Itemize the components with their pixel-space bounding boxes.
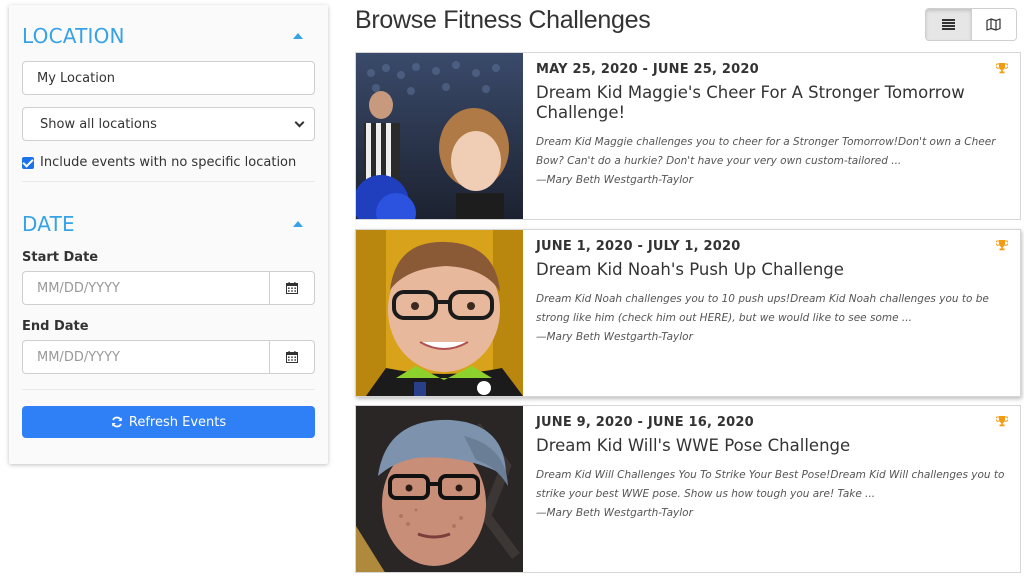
start-date-field: MM/DD/YYYY [22, 271, 315, 305]
location-section-header[interactable]: LOCATION [22, 24, 315, 48]
filter-sidebar: LOCATION Show all locations Include even… [9, 5, 328, 464]
challenge-description: Dream Kid Noah challenges you to 10 push… [536, 293, 989, 324]
location-select-value: Show all locations [40, 116, 157, 132]
location-input[interactable] [22, 61, 315, 95]
list-view-button[interactable] [926, 9, 972, 40]
challenge-card[interactable]: JUNE 9, 2020 - JUNE 16, 2020 Dream Kid W… [355, 405, 1021, 573]
challenge-title[interactable]: Dream Kid Noah's Push Up Challenge [536, 260, 1006, 280]
section-divider [22, 389, 315, 390]
end-date-label: End Date [22, 319, 89, 334]
map-icon [986, 18, 1001, 31]
end-date-input[interactable]: MM/DD/YYYY [22, 340, 269, 374]
end-date-field: MM/DD/YYYY [22, 340, 315, 374]
start-date-input[interactable]: MM/DD/YYYY [22, 271, 269, 305]
location-select[interactable]: Show all locations [22, 107, 315, 141]
refresh-icon [112, 416, 122, 428]
challenge-date: MAY 25, 2020 - JUNE 25, 2020 [536, 62, 759, 77]
challenge-photo[interactable] [356, 230, 523, 396]
caret-up-icon[interactable] [293, 33, 303, 39]
challenge-title[interactable]: Dream Kid Will's WWE Pose Challenge [536, 436, 1006, 456]
challenge-author: —Mary Beth Westgarth-Taylor [536, 507, 693, 519]
trophy-icon [996, 240, 1008, 251]
date-section-title: DATE [22, 212, 75, 236]
include-no-location-checkbox[interactable] [22, 156, 34, 169]
map-view-button[interactable] [971, 9, 1016, 40]
calendar-icon [286, 351, 298, 363]
start-date-calendar-button[interactable] [269, 271, 315, 305]
refresh-events-label: Refresh Events [128, 414, 227, 430]
page-title: Browse Fitness Challenges [355, 6, 651, 34]
include-no-location-option[interactable]: Include events with no specific location [22, 155, 296, 170]
date-section-header[interactable]: DATE [22, 212, 315, 236]
challenge-card[interactable]: JUNE 1, 2020 - JULY 1, 2020 Dream Kid No… [355, 229, 1021, 397]
challenge-photo[interactable] [356, 406, 523, 572]
challenge-title[interactable]: Dream Kid Maggie's Cheer For A Stronger … [536, 83, 1006, 123]
list-icon [941, 19, 955, 30]
challenge-author: —Mary Beth Westgarth-Taylor [536, 331, 693, 343]
challenge-card[interactable]: MAY 25, 2020 - JUNE 25, 2020 Dream Kid M… [355, 52, 1021, 220]
challenge-date: JUNE 1, 2020 - JULY 1, 2020 [536, 239, 741, 254]
challenge-description: Dream Kid Maggie challenges you to cheer… [536, 136, 996, 167]
calendar-icon [286, 282, 298, 294]
location-section-title: LOCATION [22, 24, 125, 48]
section-divider [22, 181, 315, 182]
challenge-date: JUNE 9, 2020 - JUNE 16, 2020 [536, 415, 754, 430]
trophy-icon [996, 63, 1008, 74]
end-date-calendar-button[interactable] [269, 340, 315, 374]
caret-up-icon[interactable] [293, 221, 303, 227]
chevron-down-icon [294, 117, 305, 127]
trophy-icon [996, 416, 1008, 427]
view-toggle [925, 8, 1017, 41]
include-no-location-label: Include events with no specific location [40, 155, 297, 170]
challenge-author: —Mary Beth Westgarth-Taylor [536, 174, 693, 186]
challenge-photo[interactable] [356, 53, 523, 219]
challenge-description: Dream Kid Will Challenges You To Strike … [536, 469, 1005, 500]
refresh-events-button[interactable]: Refresh Events [22, 406, 315, 438]
start-date-label: Start Date [22, 250, 99, 265]
